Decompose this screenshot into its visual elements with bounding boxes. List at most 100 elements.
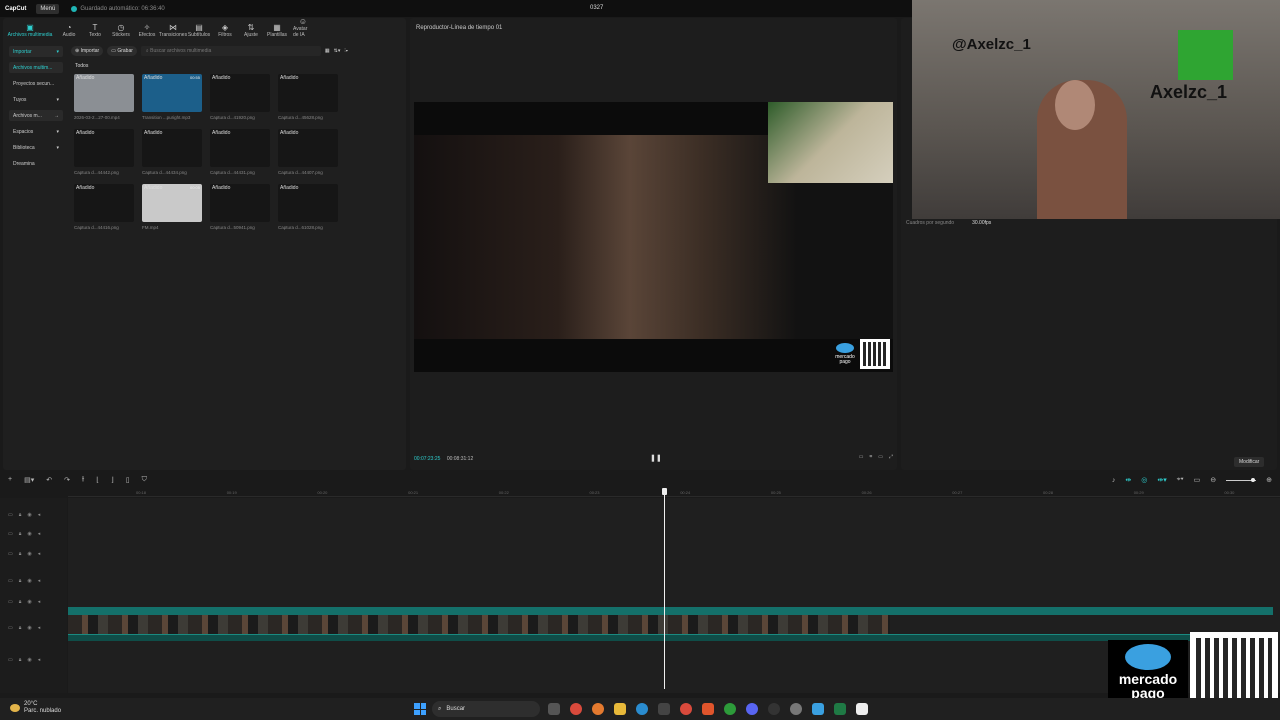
trim-left-icon[interactable]: ⌊ (96, 476, 99, 484)
quality-icon[interactable]: ▭ (859, 454, 864, 460)
tool-text[interactable]: T Texto (85, 23, 105, 38)
edge-icon[interactable] (636, 703, 648, 715)
undo-icon[interactable]: ↶ (46, 476, 52, 484)
visibility-icon[interactable]: ◉ (27, 512, 31, 518)
lock-icon[interactable]: 🔒︎ (19, 657, 22, 663)
caption-icon[interactable]: ▭ (1194, 476, 1201, 484)
playhead-handle[interactable] (662, 488, 667, 495)
lock-icon[interactable]: 🔒︎ (19, 512, 22, 518)
lock-icon[interactable]: 🔒︎ (19, 551, 22, 557)
track-header[interactable]: ▭ 🔒︎ ◉ ◂ (8, 657, 40, 663)
track-header[interactable]: ▭ 🔒︎ ◉ ◂ (8, 578, 40, 584)
lock-icon[interactable]: 🔒︎ (19, 625, 22, 631)
microphone-icon[interactable]: ♪ (1112, 477, 1116, 484)
import-button[interactable]: ⊕ Importar (71, 46, 104, 56)
timeline-ruler[interactable]: 00:18 00:19 00:20 00:21 00:22 00:23 00:24 00:25… (68, 489, 1280, 497)
fullscreen-icon[interactable]: ⤢ (889, 454, 893, 460)
firefox-icon[interactable] (592, 703, 604, 715)
select-tool-icon[interactable]: ▤▾ (24, 476, 34, 484)
excel-icon[interactable] (834, 703, 846, 715)
media-item[interactable]: Añadido Captura d...44431.png (210, 129, 270, 175)
browser-icon[interactable] (680, 703, 692, 715)
settings-icon[interactable] (790, 703, 802, 715)
snap-icon[interactable]: ◎ (1141, 476, 1147, 484)
media-item[interactable]: Añadido Captura d...45628.png (278, 74, 338, 120)
tool-filters[interactable]: ◈ Filtros (215, 23, 235, 38)
side-nav-item[interactable]: Archivos m... → (9, 110, 63, 121)
folder-icon[interactable] (614, 703, 626, 715)
magnet-icon[interactable]: ⇹▾ (1157, 476, 1166, 484)
visibility-icon[interactable]: ◉ (27, 625, 31, 631)
taskbar-search[interactable]: ⌕ Buscar (432, 701, 540, 717)
tool-templates[interactable]: ▦ Plantillas (267, 23, 287, 38)
sort-icon[interactable]: ⇅▾ (334, 48, 341, 54)
media-search-input[interactable]: ⌕ Buscar archivos multimedia (140, 46, 321, 56)
media-item[interactable]: Añadido Captura d...50941.png (210, 184, 270, 230)
redo-icon[interactable]: ↷ (64, 476, 70, 484)
weather-widget[interactable]: 20°C Parc. nublado (10, 701, 61, 715)
track-header[interactable]: ▭ 🔒︎ ◉ ◂ (8, 599, 40, 605)
mute-icon[interactable]: ◂ (38, 625, 41, 631)
shield-icon[interactable]: ⛉ (142, 476, 147, 484)
media-item[interactable]: Añadido Captura d...44407.png (278, 129, 338, 175)
track-header[interactable]: ▭ 🔒︎ ◉ ◂ (8, 531, 40, 537)
tool-audio[interactable]: ◔ Audio (59, 23, 79, 38)
chrome-icon[interactable] (570, 703, 582, 715)
ratio-icon[interactable]: ▭ (878, 454, 883, 460)
xbox-icon[interactable] (724, 703, 736, 715)
capcut-taskbar-icon[interactable] (856, 703, 868, 715)
side-nav-item[interactable]: Espacios ▾ (9, 126, 63, 137)
tool-sticker[interactable]: ◷ Stickers (111, 23, 131, 38)
add-icon[interactable]: + (8, 476, 12, 484)
pause-icon[interactable]: ❚❚ (650, 454, 662, 462)
app-icon[interactable] (812, 703, 824, 715)
side-nav-item[interactable]: Tuyos ▾ (9, 94, 63, 105)
lock-icon[interactable]: 🔒︎ (19, 599, 22, 605)
media-item[interactable]: Añadido Captura d...44442.png (74, 129, 134, 175)
preview-axis-icon[interactable]: ⌖▾ (1177, 476, 1184, 484)
tool-adjust[interactable]: ⇅ Ajuste (241, 23, 261, 38)
mute-icon[interactable]: ◂ (38, 531, 41, 537)
media-item[interactable]: Añadido 00:55 Transition ...puright.mp3 (142, 74, 202, 120)
visibility-icon[interactable]: ◉ (27, 657, 31, 663)
tool-effects[interactable]: ✧ Efectos (137, 23, 157, 38)
split-icon[interactable]: ⫲ (82, 476, 84, 484)
track-header[interactable]: ▭ 🔒︎ ◉ ◂ (8, 625, 40, 631)
modify-button[interactable]: Modificar (1234, 457, 1265, 467)
tool-transitions[interactable]: ⋈ Transiciones (159, 23, 187, 38)
filter-icon[interactable]: ⫶▾ (344, 48, 348, 54)
grid-view-icon[interactable]: ▦ (325, 48, 330, 54)
timeline-tracks[interactable] (68, 498, 1280, 693)
trim-right-icon[interactable]: ⌋ (111, 476, 114, 484)
mute-icon[interactable]: ◂ (38, 512, 41, 518)
zoom-out-icon[interactable]: ⊖ (1210, 476, 1216, 484)
playhead[interactable] (664, 489, 665, 689)
media-item[interactable]: Añadido 00:05 FM.mp4 (142, 184, 202, 230)
zoom-slider[interactable] (1226, 477, 1257, 482)
timeline-clip-main[interactable] (68, 615, 890, 634)
mute-icon[interactable]: ◂ (38, 551, 41, 557)
media-item[interactable]: Añadido Captura d...41920.png (210, 74, 270, 120)
crop-icon[interactable]: ⌗ (869, 454, 872, 460)
mute-icon[interactable]: ◂ (38, 657, 41, 663)
side-nav-item[interactable]: Biblioteca ▾ (9, 142, 63, 153)
obs-icon[interactable] (768, 703, 780, 715)
visibility-icon[interactable]: ◉ (27, 531, 31, 537)
zoom-in-icon[interactable]: ⊕ (1266, 476, 1272, 484)
delete-icon[interactable]: ▯ (126, 476, 130, 484)
store-icon[interactable] (658, 703, 670, 715)
link-icon[interactable]: ⇹ (1125, 476, 1131, 484)
side-nav-item[interactable]: Proyectos secun... (9, 78, 63, 89)
lock-icon[interactable]: 🔒︎ (19, 531, 22, 537)
media-item[interactable]: Añadido Captura d...44434.png (142, 129, 202, 175)
visibility-icon[interactable]: ◉ (27, 551, 31, 557)
windows-start-icon[interactable] (414, 703, 426, 715)
media-item[interactable]: Añadido 2026-03-2...27-00.mp4 (74, 74, 134, 120)
track-header[interactable]: ▭ 🔒︎ ◉ ◂ (8, 551, 40, 557)
timeline-clip-audio[interactable] (68, 634, 1273, 641)
visibility-icon[interactable]: ◉ (27, 599, 31, 605)
record-button[interactable]: ▭ Grabar (107, 46, 137, 56)
media-item[interactable]: Añadido Captura d...61028.png (278, 184, 338, 230)
mute-icon[interactable]: ◂ (38, 599, 41, 605)
side-nav-item[interactable]: Dreamina (9, 158, 63, 169)
